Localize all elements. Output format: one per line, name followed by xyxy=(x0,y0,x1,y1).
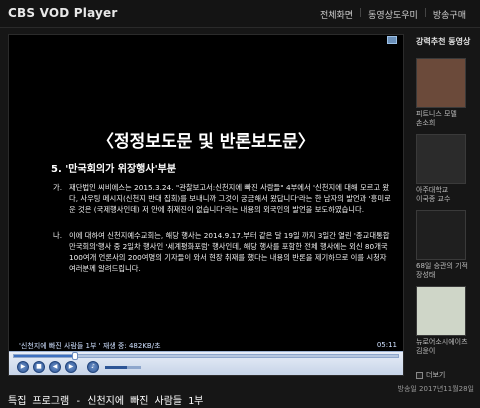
slide-paragraph-1: 가. 재단법인 씨비에스는 2015.3.24. "관찰보고서:신천지에 빠진 … xyxy=(53,182,393,215)
recommended-sidebar: 강력추천 동영상 피트니스 모델 손소희 아주대학교 이국종 교수 68일 승관… xyxy=(412,34,476,380)
nav-fullscreen[interactable]: 전체화면 xyxy=(314,8,359,21)
thumbnail-caption: 뉴로어소시에이츠 김윤이 xyxy=(416,338,468,355)
next-icon[interactable]: ▶ xyxy=(65,361,77,373)
video-thumbnail[interactable] xyxy=(416,134,466,184)
video-player[interactable]: 〈정정보도문 및 반론보도문〉 5. '만국회의가 위장행사'부분 가. 재단법… xyxy=(8,34,404,376)
plus-icon xyxy=(416,371,423,379)
recommended-item[interactable]: 뉴로어소시에이츠 김윤이 xyxy=(416,286,474,356)
recommended-item[interactable]: 피트니스 모델 손소희 xyxy=(416,58,474,128)
volume-slider[interactable] xyxy=(105,366,141,369)
seek-progress xyxy=(14,355,76,357)
thumbnail-caption: 피트니스 모델 손소희 xyxy=(416,110,457,127)
volume-icon[interactable]: ♪ xyxy=(87,361,99,373)
video-thumbnail[interactable] xyxy=(416,286,466,336)
video-thumbnail[interactable] xyxy=(416,210,466,260)
slide-paragraph-2: 나. 이에 대하여 신천지예수교회는, 해당 행사는 2014.9.17.부터 … xyxy=(53,230,393,274)
playback-status: '신천지에 빠진 사람들 1부 ' 재생 중: 482KB/초 xyxy=(19,342,161,350)
video-frame[interactable]: 〈정정보도문 및 반론보도문〉 5. '만국회의가 위장행사'부분 가. 재단법… xyxy=(9,47,403,363)
prev-icon[interactable]: ◀ xyxy=(49,361,61,373)
slide-title: 〈정정보도문 및 반론보도문〉 xyxy=(97,132,315,152)
thumbnail-caption: 아주대학교 이국종 교수 xyxy=(416,186,451,203)
window-icon[interactable] xyxy=(387,36,397,44)
paragraph-text: 이에 대하여 신천지예수교회는, 해당 행사는 2014.9.17.부터 같은 … xyxy=(69,231,390,273)
seek-handle[interactable] xyxy=(72,352,79,360)
video-thumbnail[interactable] xyxy=(416,58,466,108)
top-nav: 전체화면 | 동영상도우미 | 방송구매 xyxy=(314,8,472,21)
paragraph-text: 재단법인 씨비에스는 2015.3.24. "관찰보고서:신천지에 빠진 사람들… xyxy=(69,183,391,214)
thumbnail-caption: 68일 승관의 기적 장성태 xyxy=(416,262,468,279)
nav-help[interactable]: 동영상도우미 xyxy=(362,8,424,21)
control-bar: ▶ ■ ◀ ▶ ♪ xyxy=(9,351,403,375)
play-icon[interactable]: ▶ xyxy=(17,361,29,373)
broadcast-date: 방송일 2017년11월28일 xyxy=(397,385,475,393)
seek-bar[interactable] xyxy=(13,352,399,360)
playback-time: 05:11 xyxy=(376,341,397,349)
program-title: 특집 프로그램 - 신천지에 빠진 사람들 1부 xyxy=(8,396,204,407)
more-label: 더보기 xyxy=(426,371,446,379)
nav-purchase[interactable]: 방송구매 xyxy=(427,8,472,21)
paragraph-label: 나. xyxy=(53,231,63,240)
volume-level xyxy=(105,366,127,369)
sidebar-heading: 강력추천 동영상 xyxy=(416,37,471,46)
top-bar: CBS VOD Player 전체화면 | 동영상도우미 | 방송구매 xyxy=(0,0,480,28)
slide-subtitle: 5. '만국회의가 위장행사'부분 xyxy=(51,164,177,175)
recommended-item[interactable]: 68일 승관의 기적 장성태 xyxy=(416,210,474,280)
status-bar: '신천지에 빠진 사람들 1부 ' 재생 중: 482KB/초 05:11 xyxy=(9,338,403,352)
app-title: CBS VOD Player xyxy=(8,6,118,20)
more-button[interactable]: 더보기 xyxy=(416,370,445,380)
stop-icon[interactable]: ■ xyxy=(33,361,45,373)
recommended-item[interactable]: 아주대학교 이국종 교수 xyxy=(416,134,474,204)
paragraph-label: 가. xyxy=(53,183,63,192)
